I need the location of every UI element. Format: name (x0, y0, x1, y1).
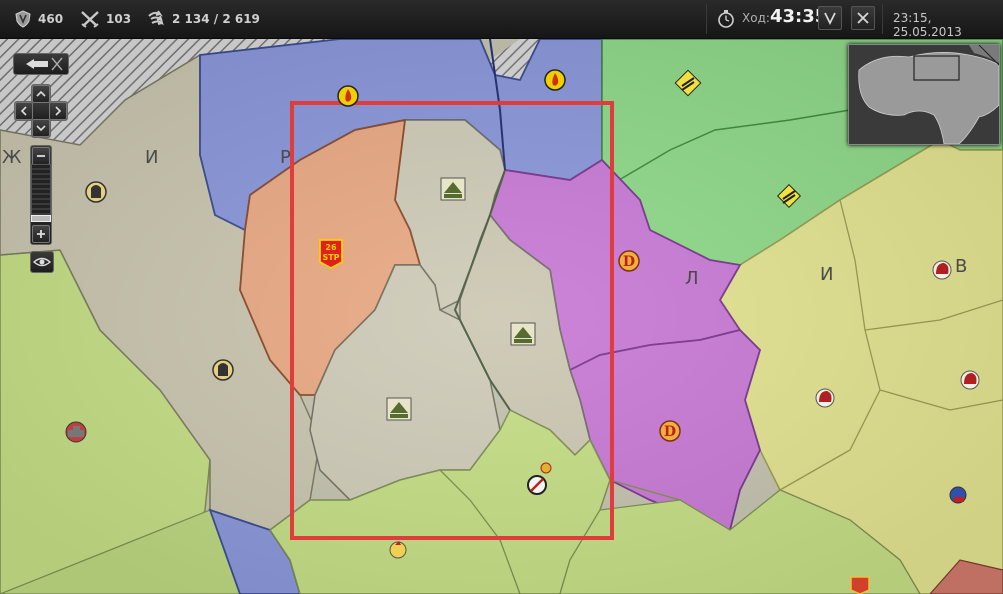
spartan-helmet-icon[interactable] (960, 370, 980, 390)
region-label: И (820, 264, 834, 285)
arrows-icon (148, 10, 164, 26)
divider (706, 4, 707, 34)
region-label: Ж (2, 147, 22, 168)
members-value: 2 134 / 2 619 (172, 12, 260, 26)
chevron-up-icon (36, 90, 46, 97)
knight-helmet-icon[interactable] (212, 359, 234, 381)
fire-icon[interactable] (337, 85, 359, 107)
shield-emblem-icon[interactable] (850, 576, 870, 594)
svg-text:STP: STP (322, 253, 339, 262)
close-icon (857, 12, 869, 24)
pan-right-button[interactable] (49, 102, 67, 120)
chevron-left-icon (20, 106, 27, 116)
battles-stat: 103 (80, 0, 131, 38)
clan-emblem-stp[interactable]: 26 STP (319, 239, 343, 270)
spartan-helmet-icon[interactable] (815, 388, 835, 408)
top-bar: 460 103 2 134 / 2 619 Ход: 43:35 23:15, … (0, 0, 1003, 39)
soldier-emblem-icon[interactable] (949, 486, 967, 504)
tank-emblem-icon[interactable] (65, 421, 87, 443)
clan-emblem-bdby[interactable] (510, 322, 536, 346)
region-label: И (145, 147, 159, 168)
spartan-helmet-icon[interactable] (932, 260, 952, 280)
pan-up-button[interactable] (32, 85, 50, 103)
confirm-turn-button[interactable] (818, 6, 842, 30)
zoom-slider-handle[interactable] (31, 215, 51, 222)
region-label: В (955, 256, 968, 277)
gold-value: 460 (38, 12, 64, 26)
eye-icon (32, 257, 52, 267)
svg-text:D: D (664, 424, 676, 440)
pan-left-button[interactable] (15, 102, 33, 120)
check-v-icon (824, 12, 836, 26)
svg-text:26: 26 (325, 243, 337, 252)
fire-icon[interactable] (544, 69, 566, 91)
chevron-down-icon (36, 125, 46, 132)
cancel-turn-button[interactable] (851, 6, 875, 30)
battles-value: 103 (106, 12, 132, 26)
minimap[interactable] (848, 44, 1000, 145)
pan-control (12, 82, 70, 138)
chevron-right-icon (55, 106, 62, 116)
zoom-out-button[interactable] (32, 147, 50, 165)
server-datetime: 23:15, 25.05.2013 (893, 11, 962, 39)
clan-emblem-bdby[interactable] (386, 397, 412, 421)
members-stat: 2 134 / 2 619 (146, 0, 260, 38)
clan-emblem-bdby[interactable] (440, 177, 466, 201)
visibility-toggle-button[interactable] (30, 251, 54, 273)
divider (882, 4, 883, 34)
plus-icon (37, 230, 45, 238)
stopwatch-icon (718, 10, 734, 28)
turn-label: Ход: (742, 11, 770, 25)
shield-icon (15, 10, 31, 28)
pan-down-button[interactable] (32, 119, 50, 137)
d-emblem-icon[interactable]: D (659, 420, 681, 442)
region-label: Р (280, 147, 291, 168)
minimap-canvas[interactable] (849, 45, 999, 144)
knight-helmet-icon[interactable] (85, 181, 107, 203)
filter-toggle-button[interactable] (13, 53, 69, 75)
gold-stat: 460 (14, 0, 63, 38)
zoom-slider[interactable] (31, 164, 51, 220)
tank-filter-icon (26, 57, 63, 71)
zoom-in-button[interactable] (32, 225, 50, 243)
svg-text:D: D (623, 254, 635, 270)
crossed-swords-icon (81, 11, 99, 28)
minus-icon (37, 155, 45, 157)
region-label: Л (685, 268, 699, 289)
d-emblem-icon[interactable]: D (618, 250, 640, 272)
